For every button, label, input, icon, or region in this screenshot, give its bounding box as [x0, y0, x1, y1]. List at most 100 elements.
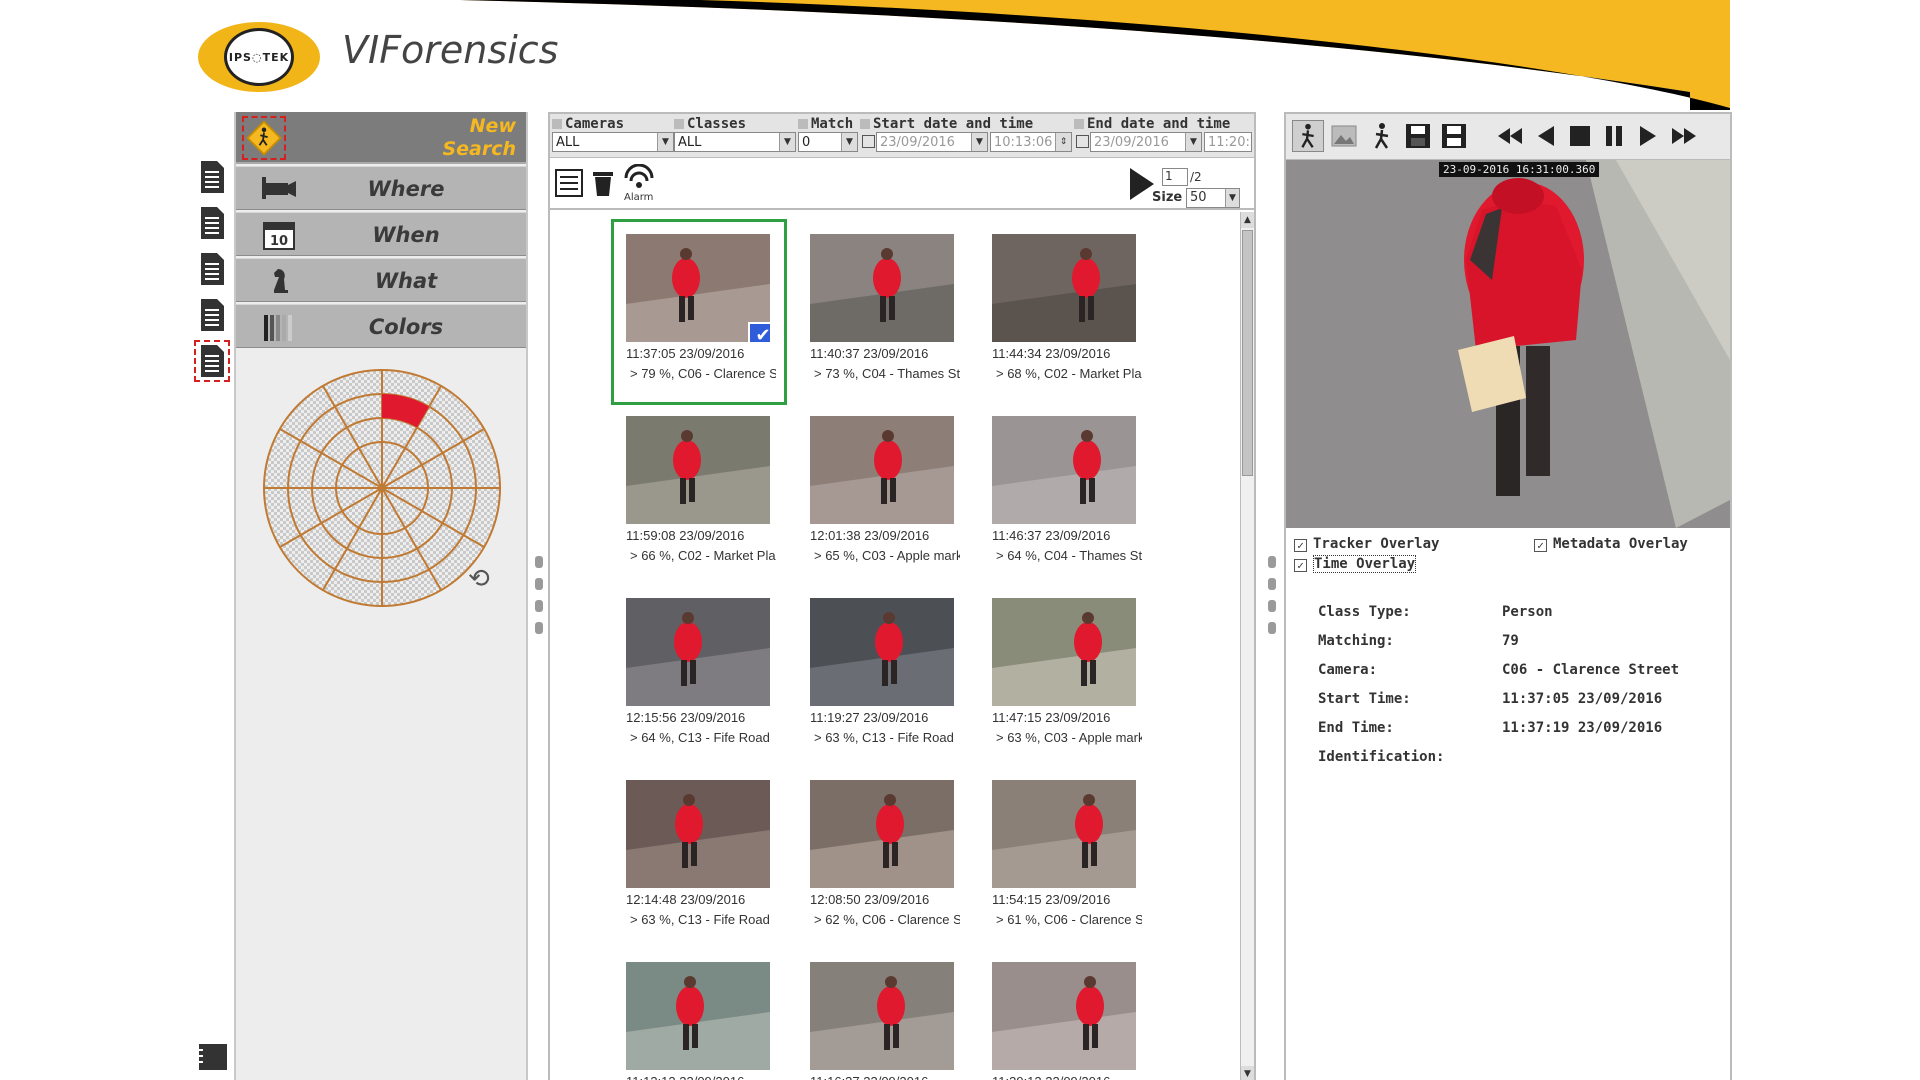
- person-icon[interactable]: [1366, 120, 1398, 152]
- start-time-input[interactable]: 10:13:06 ⇕: [990, 132, 1072, 152]
- nav-where[interactable]: Where: [236, 166, 526, 210]
- reset-color-icon[interactable]: ⟲: [468, 564, 490, 594]
- result-tile[interactable]: 12:15:56 23/09/2016 > 64 %, C13 - Fife Ro…: [614, 586, 784, 766]
- result-time: 11:13:12 23/09/2016: [626, 1074, 744, 1080]
- classes-select[interactable]: ALL ▼: [674, 132, 796, 152]
- play-icon[interactable]: [1632, 120, 1664, 152]
- result-thumbnail[interactable]: [810, 780, 954, 888]
- nav-what[interactable]: What: [236, 258, 526, 302]
- result-thumbnail[interactable]: [810, 234, 954, 342]
- result-thumbnail[interactable]: [810, 598, 954, 706]
- result-tile[interactable]: 11:39:12 23/09/2016: [980, 950, 1150, 1080]
- scrollbar-thumb[interactable]: [1242, 230, 1253, 476]
- step-back-icon[interactable]: [1530, 120, 1562, 152]
- result-thumbnail[interactable]: [626, 598, 770, 706]
- end-date-select[interactable]: 23/09/2016 ▼: [1090, 132, 1202, 152]
- result-thumbnail[interactable]: [992, 962, 1136, 1070]
- result-caption: > 61 %, C06 - Clarence Street: [996, 912, 1142, 927]
- color-wheel[interactable]: [262, 368, 502, 608]
- result-thumbnail[interactable]: [992, 598, 1136, 706]
- document-icon[interactable]: [198, 206, 226, 240]
- start-enable-checkbox[interactable]: [862, 135, 875, 148]
- play-results-button[interactable]: [1130, 168, 1154, 200]
- save-icon[interactable]: [1402, 120, 1434, 152]
- nav-when[interactable]: 10 When: [236, 212, 526, 256]
- time-overlay-option[interactable]: ✓ Time Overlay: [1294, 555, 1417, 573]
- scroll-up-icon[interactable]: ▲: [1241, 212, 1254, 228]
- page-size-select[interactable]: 50 ▼: [1186, 188, 1240, 208]
- save-all-icon[interactable]: [1438, 120, 1470, 152]
- chevron-down-icon[interactable]: ▼: [841, 133, 857, 151]
- result-tile[interactable]: 11:59:08 23/09/2016 > 66 %, C02 - Market …: [614, 404, 784, 584]
- trash-icon[interactable]: [590, 168, 616, 198]
- fast-rewind-icon[interactable]: [1494, 120, 1526, 152]
- document-icon-selected[interactable]: [194, 340, 230, 382]
- result-thumbnail[interactable]: [810, 962, 954, 1070]
- match-select[interactable]: 0 ▼: [798, 132, 858, 152]
- result-time: 11:59:08 23/09/2016: [626, 528, 745, 543]
- stop-icon[interactable]: [1564, 120, 1596, 152]
- result-tile[interactable]: 11:19:27 23/09/2016 > 63 %, C13 - Fife Ro…: [798, 586, 968, 766]
- nav-colors[interactable]: Colors: [236, 304, 526, 348]
- page-input[interactable]: 1: [1162, 168, 1188, 186]
- result-thumbnail[interactable]: [626, 780, 770, 888]
- result-caption: > 65 %, C03 - Apple market: [814, 548, 960, 563]
- chevron-down-icon[interactable]: ▼: [1185, 133, 1201, 151]
- pause-icon[interactable]: [1598, 120, 1630, 152]
- result-thumbnail[interactable]: [992, 780, 1136, 888]
- end-time-input[interactable]: 11:20:2: [1204, 132, 1252, 152]
- cameras-select[interactable]: ALL ▼: [552, 132, 674, 152]
- end-enable-checkbox[interactable]: [1076, 135, 1089, 148]
- metadata-overlay-checkbox[interactable]: ✓: [1534, 539, 1547, 552]
- list-view-icon[interactable]: [554, 168, 584, 198]
- metadata-overlay-option[interactable]: ✓ Metadata Overlay: [1534, 536, 1688, 552]
- document-icon[interactable]: [198, 298, 226, 332]
- document-icon[interactable]: [198, 160, 226, 194]
- tracker-overlay-checkbox[interactable]: ✓: [1294, 539, 1307, 552]
- splitter-handle-left[interactable]: [535, 556, 545, 644]
- result-thumbnail[interactable]: [810, 416, 954, 524]
- spinner-icon[interactable]: ⇕: [1055, 133, 1071, 151]
- result-tile[interactable]: 11:16:37 23/09/2016: [798, 950, 968, 1080]
- chevron-down-icon[interactable]: ▼: [971, 133, 987, 151]
- metadata-row: Camera: C06 - Clarence Street: [1318, 662, 1718, 691]
- alarm-icon[interactable]: [622, 164, 656, 192]
- chevron-down-icon[interactable]: ▼: [779, 133, 795, 151]
- time-overlay-checkbox[interactable]: ✓: [1294, 559, 1307, 572]
- start-date-select[interactable]: 23/09/2016 ▼: [876, 132, 988, 152]
- chevron-down-icon[interactable]: ▼: [1225, 189, 1239, 207]
- results-scrollbar[interactable]: ▲ ▼: [1240, 212, 1254, 1080]
- result-time: 11:19:27 23/09/2016: [810, 710, 929, 725]
- result-tile[interactable]: 11:47:15 23/09/2016 > 63 %, C03 - Apple m…: [980, 586, 1150, 766]
- video-frame[interactable]: 23-09-2016 16:31:00.360: [1286, 160, 1730, 528]
- chevron-down-icon[interactable]: ▼: [657, 133, 673, 151]
- result-tile[interactable]: 11:54:15 23/09/2016 > 61 %, C06 - Clarenc…: [980, 768, 1150, 948]
- splitter-handle-right[interactable]: [1268, 556, 1278, 644]
- document-icon[interactable]: [198, 252, 226, 286]
- result-tile[interactable]: 11:44:34 23/09/2016 > 68 %, C02 - Market …: [980, 222, 1150, 402]
- match-filter: Match 0 ▼: [798, 116, 858, 152]
- result-thumbnail[interactable]: [992, 416, 1136, 524]
- result-tile[interactable]: ✔ 11:37:05 23/09/2016 > 79 %, C06 - Claren…: [611, 219, 787, 405]
- result-tile[interactable]: 12:01:38 23/09/2016 > 65 %, C03 - Apple m…: [798, 404, 968, 584]
- result-thumbnail[interactable]: [626, 416, 770, 524]
- chess-knight-icon: [274, 269, 288, 293]
- fast-forward-icon[interactable]: [1668, 120, 1700, 152]
- new-search-button[interactable]: New Search: [236, 112, 526, 164]
- person-tracking-icon[interactable]: [1292, 120, 1324, 152]
- result-tile[interactable]: 11:46:37 23/09/2016 > 64 %, C04 - Thames …: [980, 404, 1150, 584]
- scroll-down-icon[interactable]: ▼: [1241, 1066, 1254, 1080]
- search-criteria-panel: New Search Where 10 When What Colors ⟲: [234, 112, 528, 1080]
- calendar-day: 10: [270, 234, 288, 249]
- result-tile[interactable]: 11:13:12 23/09/2016: [614, 950, 784, 1080]
- result-tile[interactable]: 11:40:37 23/09/2016 > 73 %, C04 - Thames …: [798, 222, 968, 402]
- result-thumbnail[interactable]: [626, 962, 770, 1070]
- result-tile[interactable]: 12:14:48 23/09/2016 > 63 %, C13 - Fife Ro…: [614, 768, 784, 948]
- result-time: 12:08:50 23/09/2016: [810, 892, 930, 907]
- result-thumbnail[interactable]: ✔: [626, 234, 770, 342]
- tracker-overlay-option[interactable]: ✓ Tracker Overlay: [1294, 536, 1439, 552]
- image-icon[interactable]: [1328, 120, 1360, 152]
- film-strip-icon[interactable]: [196, 1040, 230, 1074]
- result-thumbnail[interactable]: [992, 234, 1136, 342]
- result-tile[interactable]: 12:08:50 23/09/2016 > 62 %, C06 - Clarenc…: [798, 768, 968, 948]
